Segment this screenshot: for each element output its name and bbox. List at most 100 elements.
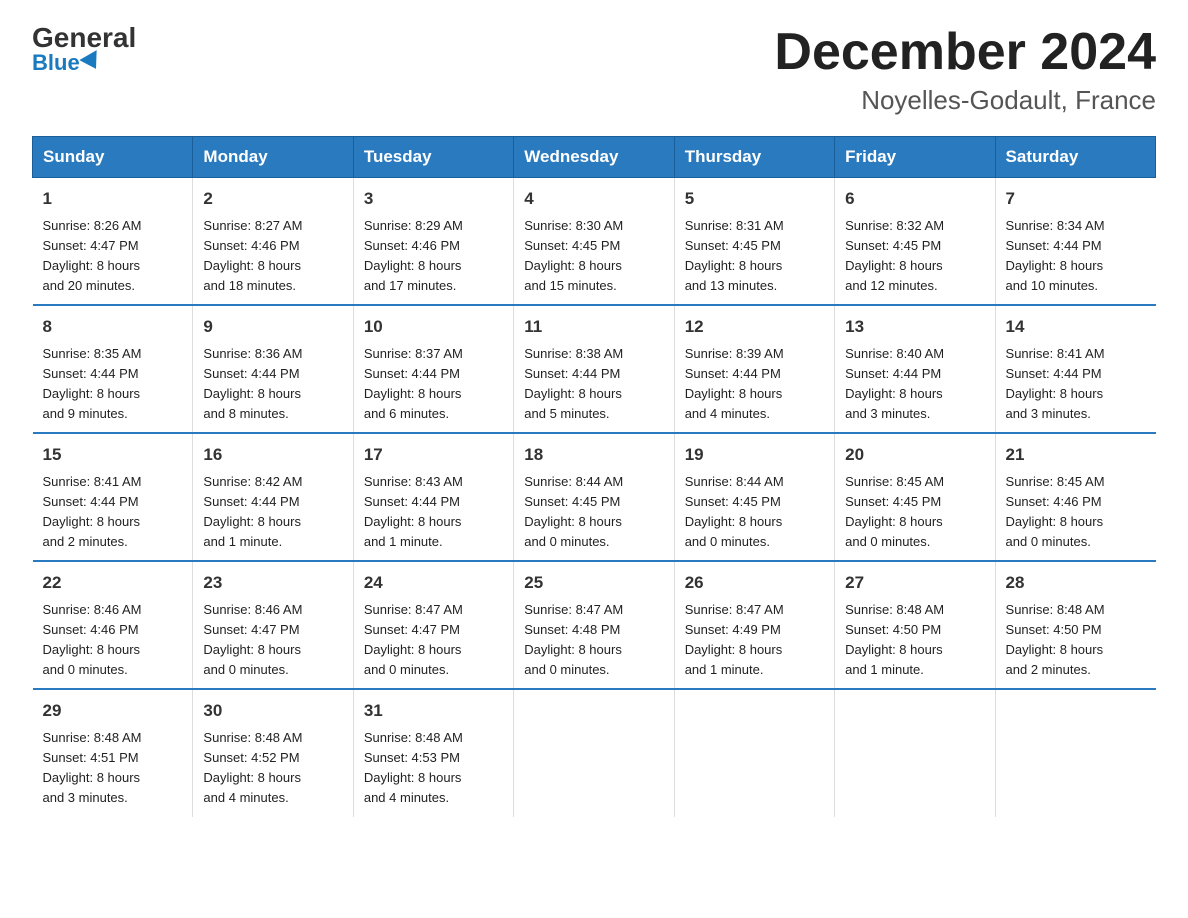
day-number: 24 (364, 570, 503, 596)
calendar-cell: 3 Sunrise: 8:29 AMSunset: 4:46 PMDaylight… (353, 178, 513, 306)
weekday-header-monday: Monday (193, 137, 353, 178)
day-number: 12 (685, 314, 824, 340)
day-number: 13 (845, 314, 984, 340)
calendar-cell: 7 Sunrise: 8:34 AMSunset: 4:44 PMDaylight… (995, 178, 1155, 306)
day-info: Sunrise: 8:48 AMSunset: 4:50 PMDaylight:… (1006, 600, 1146, 681)
day-info: Sunrise: 8:41 AMSunset: 4:44 PMDaylight:… (1006, 344, 1146, 425)
day-number: 6 (845, 186, 984, 212)
day-info: Sunrise: 8:48 AMSunset: 4:52 PMDaylight:… (203, 728, 342, 809)
calendar-cell: 30 Sunrise: 8:48 AMSunset: 4:52 PMDayligh… (193, 689, 353, 816)
calendar-cell: 8 Sunrise: 8:35 AMSunset: 4:44 PMDaylight… (33, 305, 193, 433)
calendar-cell: 25 Sunrise: 8:47 AMSunset: 4:48 PMDayligh… (514, 561, 674, 689)
calendar-cell: 6 Sunrise: 8:32 AMSunset: 4:45 PMDaylight… (835, 178, 995, 306)
logo-general-text: General (32, 24, 136, 52)
calendar-cell: 4Sunrise: 8:30 AMSunset: 4:45 PMDaylight… (514, 178, 674, 306)
day-info: Sunrise: 8:31 AMSunset: 4:45 PMDaylight:… (685, 216, 824, 297)
calendar-cell: 21 Sunrise: 8:45 AMSunset: 4:46 PMDayligh… (995, 433, 1155, 561)
calendar-week-row: 29 Sunrise: 8:48 AMSunset: 4:51 PMDayligh… (33, 689, 1156, 816)
day-info: Sunrise: 8:46 AMSunset: 4:46 PMDaylight:… (43, 600, 183, 681)
day-number: 1 (43, 186, 183, 212)
calendar-week-row: 1 Sunrise: 8:26 AMSunset: 4:47 PMDaylight… (33, 178, 1156, 306)
day-number: 20 (845, 442, 984, 468)
calendar-cell: 26 Sunrise: 8:47 AMSunset: 4:49 PMDayligh… (674, 561, 834, 689)
day-number: 9 (203, 314, 342, 340)
day-info: Sunrise: 8:48 AMSunset: 4:53 PMDaylight:… (364, 728, 503, 809)
day-number: 18 (524, 442, 663, 468)
logo-blue-text: Blue (32, 52, 136, 74)
calendar-cell: 28 Sunrise: 8:48 AMSunset: 4:50 PMDayligh… (995, 561, 1155, 689)
day-info: Sunrise: 8:47 AMSunset: 4:47 PMDaylight:… (364, 600, 503, 681)
calendar-cell: 18Sunrise: 8:44 AMSunset: 4:45 PMDayligh… (514, 433, 674, 561)
day-info: Sunrise: 8:27 AMSunset: 4:46 PMDaylight:… (203, 216, 342, 297)
day-number: 30 (203, 698, 342, 724)
calendar-cell: 5 Sunrise: 8:31 AMSunset: 4:45 PMDaylight… (674, 178, 834, 306)
day-info: Sunrise: 8:35 AMSunset: 4:44 PMDaylight:… (43, 344, 183, 425)
month-title: December 2024 (774, 24, 1156, 81)
calendar-cell (835, 689, 995, 816)
weekday-header-friday: Friday (835, 137, 995, 178)
day-info: Sunrise: 8:48 AMSunset: 4:51 PMDaylight:… (43, 728, 183, 809)
calendar-cell (514, 689, 674, 816)
calendar-cell: 29 Sunrise: 8:48 AMSunset: 4:51 PMDayligh… (33, 689, 193, 816)
calendar-cell: 12 Sunrise: 8:39 AMSunset: 4:44 PMDayligh… (674, 305, 834, 433)
day-number: 27 (845, 570, 984, 596)
day-number: 14 (1006, 314, 1146, 340)
weekday-header-thursday: Thursday (674, 137, 834, 178)
day-info: Sunrise: 8:42 AMSunset: 4:44 PMDaylight:… (203, 472, 342, 553)
calendar-cell: 11Sunrise: 8:38 AMSunset: 4:44 PMDayligh… (514, 305, 674, 433)
day-number: 11 (524, 314, 663, 340)
day-info: Sunrise: 8:44 AMSunset: 4:45 PMDaylight:… (685, 472, 824, 553)
day-number: 31 (364, 698, 503, 724)
calendar-cell (995, 689, 1155, 816)
day-number: 19 (685, 442, 824, 468)
day-number: 17 (364, 442, 503, 468)
calendar-cell: 2 Sunrise: 8:27 AMSunset: 4:46 PMDaylight… (193, 178, 353, 306)
calendar-cell: 16Sunrise: 8:42 AMSunset: 4:44 PMDayligh… (193, 433, 353, 561)
day-number: 21 (1006, 442, 1146, 468)
day-number: 26 (685, 570, 824, 596)
day-info: Sunrise: 8:47 AMSunset: 4:48 PMDaylight:… (524, 600, 663, 681)
day-info: Sunrise: 8:43 AMSunset: 4:44 PMDaylight:… (364, 472, 503, 553)
calendar-week-row: 22Sunrise: 8:46 AMSunset: 4:46 PMDayligh… (33, 561, 1156, 689)
calendar-cell: 14 Sunrise: 8:41 AMSunset: 4:44 PMDayligh… (995, 305, 1155, 433)
day-info: Sunrise: 8:39 AMSunset: 4:44 PMDaylight:… (685, 344, 824, 425)
day-info: Sunrise: 8:26 AMSunset: 4:47 PMDaylight:… (43, 216, 183, 297)
day-info: Sunrise: 8:46 AMSunset: 4:47 PMDaylight:… (203, 600, 342, 681)
day-number: 28 (1006, 570, 1146, 596)
calendar-cell: 9 Sunrise: 8:36 AMSunset: 4:44 PMDaylight… (193, 305, 353, 433)
day-number: 25 (524, 570, 663, 596)
calendar-cell: 17 Sunrise: 8:43 AMSunset: 4:44 PMDayligh… (353, 433, 513, 561)
location-title: Noyelles-Godault, France (774, 85, 1156, 116)
calendar-cell (674, 689, 834, 816)
day-number: 7 (1006, 186, 1146, 212)
weekday-header-wednesday: Wednesday (514, 137, 674, 178)
day-info: Sunrise: 8:41 AMSunset: 4:44 PMDaylight:… (43, 472, 183, 553)
calendar-week-row: 15Sunrise: 8:41 AMSunset: 4:44 PMDayligh… (33, 433, 1156, 561)
weekday-header-sunday: Sunday (33, 137, 193, 178)
calendar-week-row: 8 Sunrise: 8:35 AMSunset: 4:44 PMDaylight… (33, 305, 1156, 433)
day-info: Sunrise: 8:29 AMSunset: 4:46 PMDaylight:… (364, 216, 503, 297)
day-number: 5 (685, 186, 824, 212)
header-right: December 2024 Noyelles-Godault, France (774, 24, 1156, 116)
day-number: 29 (43, 698, 183, 724)
day-info: Sunrise: 8:30 AMSunset: 4:45 PMDaylight:… (524, 216, 663, 297)
day-number: 2 (203, 186, 342, 212)
calendar-body: 1 Sunrise: 8:26 AMSunset: 4:47 PMDaylight… (33, 178, 1156, 817)
calendar-cell: 20 Sunrise: 8:45 AMSunset: 4:45 PMDayligh… (835, 433, 995, 561)
calendar-table: SundayMondayTuesdayWednesdayThursdayFrid… (32, 136, 1156, 816)
day-number: 10 (364, 314, 503, 340)
day-number: 8 (43, 314, 183, 340)
day-info: Sunrise: 8:45 AMSunset: 4:45 PMDaylight:… (845, 472, 984, 553)
calendar-cell: 31 Sunrise: 8:48 AMSunset: 4:53 PMDayligh… (353, 689, 513, 816)
day-info: Sunrise: 8:36 AMSunset: 4:44 PMDaylight:… (203, 344, 342, 425)
calendar-cell: 24 Sunrise: 8:47 AMSunset: 4:47 PMDayligh… (353, 561, 513, 689)
weekday-header-saturday: Saturday (995, 137, 1155, 178)
day-info: Sunrise: 8:45 AMSunset: 4:46 PMDaylight:… (1006, 472, 1146, 553)
day-number: 3 (364, 186, 503, 212)
calendar-cell: 22Sunrise: 8:46 AMSunset: 4:46 PMDayligh… (33, 561, 193, 689)
calendar-header: SundayMondayTuesdayWednesdayThursdayFrid… (33, 137, 1156, 178)
day-info: Sunrise: 8:34 AMSunset: 4:44 PMDaylight:… (1006, 216, 1146, 297)
day-info: Sunrise: 8:47 AMSunset: 4:49 PMDaylight:… (685, 600, 824, 681)
day-info: Sunrise: 8:40 AMSunset: 4:44 PMDaylight:… (845, 344, 984, 425)
day-info: Sunrise: 8:32 AMSunset: 4:45 PMDaylight:… (845, 216, 984, 297)
